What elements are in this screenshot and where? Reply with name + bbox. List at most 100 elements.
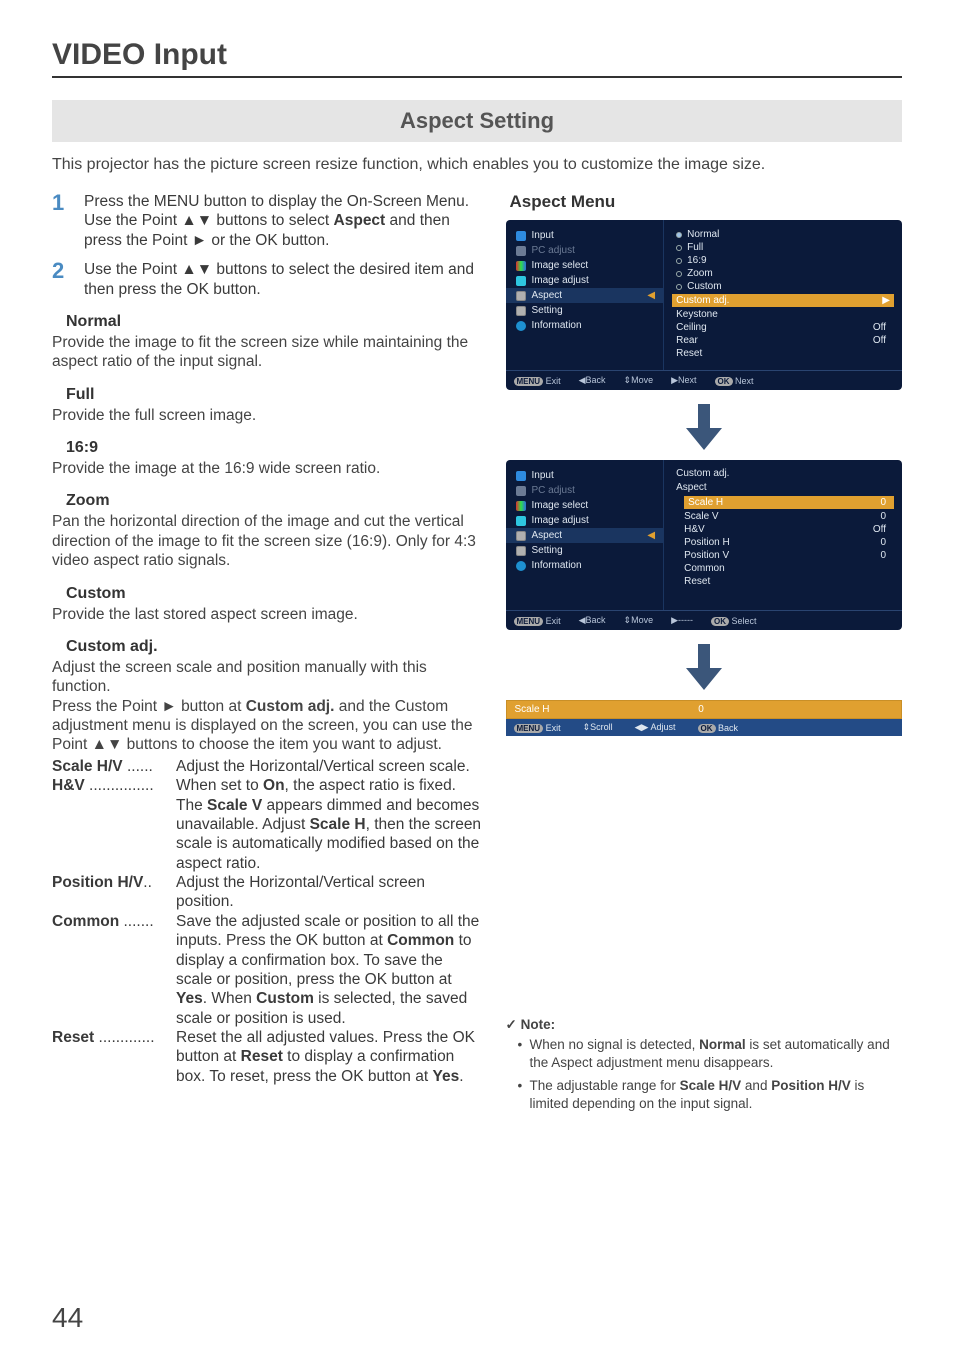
down-arrow-icon bbox=[506, 638, 902, 700]
step-number: 2 bbox=[52, 260, 72, 299]
definition-desc: Reset the all adjusted values. Press the… bbox=[170, 1028, 482, 1086]
osd-menu-item: Image adjust bbox=[506, 273, 664, 288]
note-item: The adjustable range for Scale H/V and P… bbox=[518, 1077, 902, 1113]
osd-menu-item: Setting bbox=[506, 543, 664, 558]
definition-row: H&V ...............When set to On, the a… bbox=[52, 776, 482, 873]
osd-foot-item: ▶Next bbox=[671, 375, 696, 386]
osd-menu-label: PC adjust bbox=[532, 245, 575, 256]
option-custom-desc: Provide the last stored aspect screen im… bbox=[52, 605, 482, 624]
osd-option-row: 16:9 bbox=[676, 254, 890, 267]
osd-option-row: Scale V0 bbox=[684, 510, 890, 523]
osd-menu-item: Image adjust bbox=[506, 513, 664, 528]
osd-foot-item: ◀▶ Adjust bbox=[635, 722, 676, 733]
option-full-title: Full bbox=[66, 386, 482, 404]
osd-foot-item: OK Next bbox=[715, 376, 754, 386]
slider-value: 0 bbox=[698, 704, 704, 715]
osd-option-row: RearOff bbox=[676, 334, 890, 347]
osd-screenshot-2: Input PC adjust Image select Image adjust As… bbox=[506, 460, 902, 630]
osd-menu-item: Information bbox=[506, 558, 664, 573]
step-row: 2Use the Point ▲▼ buttons to select the … bbox=[52, 260, 482, 299]
osd-option-row: Custom bbox=[676, 280, 890, 293]
option-normal-title: Normal bbox=[66, 313, 482, 331]
osd-screenshot-1: InputPC adjustImage selectImage adjustAs… bbox=[506, 220, 902, 390]
definition-desc: Adjust the Horizontal/Vertical screen sc… bbox=[170, 757, 482, 776]
definition-desc: Adjust the Horizontal/Vertical screen po… bbox=[170, 873, 482, 912]
osd-menu-label: Image select bbox=[532, 260, 589, 271]
osd-foot-item: ⇕Scroll bbox=[583, 722, 613, 733]
osd-menu-label: Input bbox=[532, 230, 554, 241]
osd-menu-item: Input bbox=[506, 468, 664, 483]
osd-foot-item: OK Back bbox=[698, 723, 739, 733]
osd-menu-icon bbox=[516, 231, 526, 241]
osd-option-row: Reset bbox=[676, 347, 890, 360]
osd-menu-label: Aspect bbox=[532, 290, 563, 301]
step-number: 1 bbox=[52, 192, 72, 250]
osd-menu-icon bbox=[516, 291, 526, 301]
osd-menu-label: Input bbox=[532, 470, 554, 481]
right-column: Aspect Menu Input PC adjust Image select Im… bbox=[506, 192, 902, 1117]
osd-menu-icon bbox=[516, 561, 526, 571]
osd-menu-item: Aspect◀ bbox=[506, 528, 664, 543]
definition-row: Position H/V..Adjust the Horizontal/Vert… bbox=[52, 873, 482, 912]
option-custom-adj-press: Press the Point ► button at Custom adj. … bbox=[52, 697, 482, 755]
osd-menu-label: PC adjust bbox=[532, 485, 575, 496]
osd-menu-icon bbox=[516, 246, 526, 256]
osd-foot-item: MENU Exit bbox=[514, 723, 561, 733]
note-item: When no signal is detected, Normal is se… bbox=[518, 1036, 902, 1072]
osd-menu-item: PC adjust bbox=[506, 243, 664, 258]
definition-term: Scale H/V ...... bbox=[52, 757, 170, 776]
option-full-desc: Provide the full screen image. bbox=[52, 406, 482, 425]
slider-label: Scale H bbox=[515, 704, 550, 715]
option-custom-adj-intro: Adjust the screen scale and position man… bbox=[52, 658, 482, 697]
osd-option-row: Keystone bbox=[676, 308, 890, 321]
aspect-setting-banner: Aspect Setting bbox=[52, 100, 902, 142]
step-text: Press the MENU button to display the On-… bbox=[84, 192, 482, 250]
osd-foot-item: MENU Exit bbox=[514, 376, 561, 386]
osd-foot-item: ⇕Move bbox=[624, 615, 654, 626]
osd-option-row: Reset bbox=[684, 575, 890, 588]
note-block: Note: When no signal is detected, Normal… bbox=[506, 1016, 902, 1113]
definition-term: Reset ............. bbox=[52, 1028, 170, 1086]
definition-term: Common ....... bbox=[52, 912, 170, 1028]
osd-option-row: Position V0 bbox=[684, 549, 890, 562]
option-normal-desc: Provide the image to fit the screen size… bbox=[52, 333, 482, 372]
osd-menu-label: Aspect bbox=[532, 530, 563, 541]
osd-foot-item: ◀Back bbox=[579, 375, 606, 386]
osd-menu-icon bbox=[516, 546, 526, 556]
osd-menu-icon bbox=[516, 501, 526, 511]
step-row: 1Press the MENU button to display the On… bbox=[52, 192, 482, 250]
osd-menu-label: Information bbox=[532, 320, 582, 331]
osd-menu-label: Setting bbox=[532, 305, 563, 316]
osd-option-row: Full bbox=[676, 241, 890, 254]
option-zoom-desc: Pan the horizontal direction of the imag… bbox=[52, 512, 482, 570]
note-title: Note: bbox=[506, 1016, 902, 1034]
aspect-menu-title: Aspect Menu bbox=[510, 192, 902, 212]
osd-menu-icon bbox=[516, 531, 526, 541]
osd-menu-label: Image adjust bbox=[532, 515, 589, 526]
osd-menu-item: Image select bbox=[506, 498, 664, 513]
left-column: 1Press the MENU button to display the On… bbox=[52, 192, 482, 1117]
down-arrow-icon bbox=[506, 398, 902, 460]
osd-menu-icon bbox=[516, 261, 526, 271]
option-169-title: 16:9 bbox=[66, 439, 482, 457]
page-number: 44 bbox=[52, 1302, 83, 1334]
osd-menu-label: Image select bbox=[532, 500, 589, 511]
definition-row: Reset .............Reset the all adjuste… bbox=[52, 1028, 482, 1086]
definition-desc: Save the adjusted scale or position to a… bbox=[170, 912, 482, 1028]
osd-menu-icon bbox=[516, 486, 526, 496]
osd-menu-icon bbox=[516, 471, 526, 481]
custom-adj-definitions: Scale H/V ......Adjust the Horizontal/Ve… bbox=[52, 757, 482, 1086]
option-169-desc: Provide the image at the 16:9 wide scree… bbox=[52, 459, 482, 478]
osd-option-row: Position H0 bbox=[684, 536, 890, 549]
intro-text: This projector has the picture screen re… bbox=[52, 156, 902, 174]
definition-row: Scale H/V ......Adjust the Horizontal/Ve… bbox=[52, 757, 482, 776]
osd-menu-item: Aspect◀ bbox=[506, 288, 664, 303]
osd-slider-screenshot: Scale H 0 MENU Exit ⇕Scroll ◀▶ Adjust OK Ba… bbox=[506, 700, 902, 736]
osd-option-row: Scale H0 bbox=[684, 496, 894, 509]
definition-term: H&V ............... bbox=[52, 776, 170, 873]
osd-option-row: Common bbox=[684, 562, 890, 575]
osd-option-row: Normal bbox=[676, 228, 890, 241]
osd-menu-label: Information bbox=[532, 560, 582, 571]
definition-row: Common .......Save the adjusted scale or… bbox=[52, 912, 482, 1028]
osd-option-row: H&VOff bbox=[684, 523, 890, 536]
